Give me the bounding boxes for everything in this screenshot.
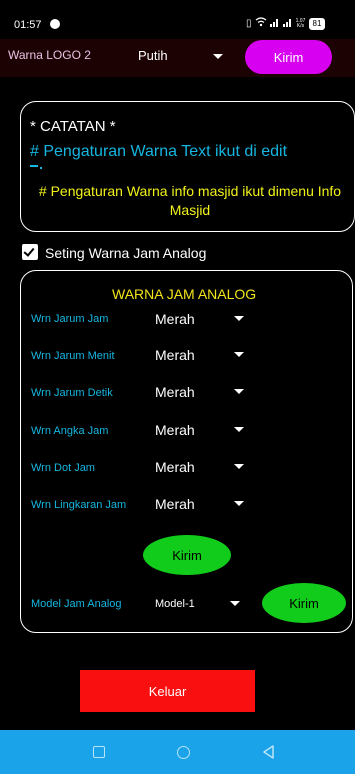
logo-color-label: Warna LOGO 2 <box>8 48 91 62</box>
notes-line-2: # Pengaturan Warna info masjid ikut dime… <box>38 183 342 218</box>
vibrate-icon: ▯ <box>246 18 252 29</box>
exit-button[interactable]: Keluar <box>80 670 255 712</box>
row-label-lingkaran-jam: Wrn Lingkaran Jam <box>31 499 127 511</box>
signal-icon-2 <box>282 17 293 31</box>
notes-cutoff-text-2 <box>40 167 42 169</box>
net-speed: 1.07 K/s <box>295 18 306 29</box>
select-jarum-jam[interactable]: Merah <box>155 311 195 327</box>
chevron-down-icon[interactable] <box>234 352 244 357</box>
chevron-down-icon[interactable] <box>234 316 244 321</box>
select-jarum-menit[interactable]: Merah <box>155 347 195 363</box>
chevron-down-icon[interactable] <box>230 601 240 606</box>
select-dot-jam[interactable]: Merah <box>155 459 195 475</box>
chevron-down-icon[interactable] <box>234 427 244 432</box>
row-label-angka-jam: Wrn Angka Jam <box>31 425 109 437</box>
model-label: Model Jam Analog <box>31 598 122 610</box>
model-select[interactable]: Model-1 <box>155 598 195 610</box>
square-recents-icon[interactable] <box>93 746 105 758</box>
logo-color-select[interactable]: Putih <box>138 48 168 63</box>
select-lingkaran-jam[interactable]: Merah <box>155 496 195 512</box>
circle-home-icon[interactable] <box>177 746 190 759</box>
wifi-icon <box>255 17 267 31</box>
select-jarum-detik[interactable]: Merah <box>155 384 195 400</box>
notes-title: * CATATAN * <box>30 118 116 135</box>
logo-send-button[interactable]: Kirim <box>245 40 332 74</box>
analog-send-button[interactable]: Kirim <box>143 535 231 575</box>
analog-panel-title: WARNA JAM ANALOG <box>112 286 257 302</box>
chevron-down-icon[interactable] <box>213 54 223 59</box>
model-send-button[interactable]: Kirim <box>262 583 346 623</box>
row-label-jarum-detik: Wrn Jarum Detik <box>31 387 113 399</box>
analog-color-checkbox-label: Seting Warna Jam Analog <box>45 245 207 261</box>
signal-icon <box>269 17 280 31</box>
row-label-jarum-jam: Wrn Jarum Jam <box>31 313 109 325</box>
row-label-jarum-menit: Wrn Jarum Menit <box>31 350 115 362</box>
status-icons: ▯ 1.07 K/s 81 <box>246 17 326 31</box>
chevron-down-icon[interactable] <box>234 464 244 469</box>
triangle-back-icon[interactable] <box>262 745 276 759</box>
row-label-dot-jam: Wrn Dot Jam <box>31 462 95 474</box>
chevron-down-icon[interactable] <box>234 389 244 394</box>
notes-line-1: # Pengaturan Warna Text ikut di edit <box>30 143 288 160</box>
notes-cutoff-text <box>30 165 38 167</box>
battery-icon: 81 <box>308 18 326 30</box>
chevron-down-icon[interactable] <box>234 501 244 506</box>
select-angka-jam[interactable]: Merah <box>155 422 195 438</box>
notification-dot-icon <box>50 19 60 29</box>
status-time: 01:57 <box>14 19 42 31</box>
